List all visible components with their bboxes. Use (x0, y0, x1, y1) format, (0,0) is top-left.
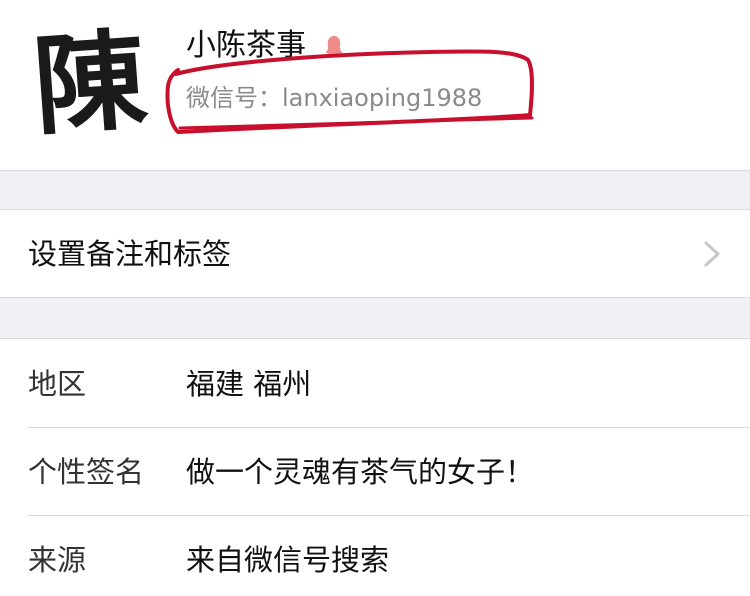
nickname: 小陈茶事 (186, 28, 306, 63)
profile-header: 陳 小陈茶事 微信号：lanxiaoping1988 (0, 0, 750, 170)
set-remark-and-tags-row[interactable]: 设置备注和标签 (0, 211, 750, 297)
section-spacer (0, 297, 750, 339)
source-value: 来自微信号搜索 (186, 543, 390, 577)
remark-label: 设置备注和标签 (28, 237, 232, 271)
region-value: 福建 福州 (186, 367, 312, 401)
section-spacer (0, 170, 750, 210)
signature-value: 做一个灵魂有茶气的女子！ (186, 455, 535, 489)
wechat-id: 微信号：lanxiaoping1988 (186, 80, 482, 116)
female-icon (325, 36, 343, 57)
avatar[interactable]: 陳 (24, 18, 156, 150)
wechat-id-value: lanxiaoping1988 (282, 84, 483, 112)
region-label: 地区 (28, 367, 87, 401)
chevron-right-icon (704, 241, 720, 267)
signature-row: 个性签名 做一个灵魂有茶气的女子！ (0, 428, 750, 516)
signature-label: 个性签名 (28, 455, 145, 489)
wechat-id-label: 微信号： (186, 84, 282, 112)
source-label: 来源 (28, 543, 87, 577)
source-row: 来源 来自微信号搜索 (0, 516, 750, 596)
avatar-calligraphy: 陳 (28, 18, 152, 150)
info-list: 地区 福建 福州 个性签名 做一个灵魂有茶气的女子！ 来源 来自微信号搜索 (0, 340, 750, 596)
contact-profile-page: 陳 小陈茶事 微信号：lanxiaoping1988 设置备注和标签 地区 福建… (0, 0, 750, 596)
region-row: 地区 福建 福州 (0, 340, 750, 428)
